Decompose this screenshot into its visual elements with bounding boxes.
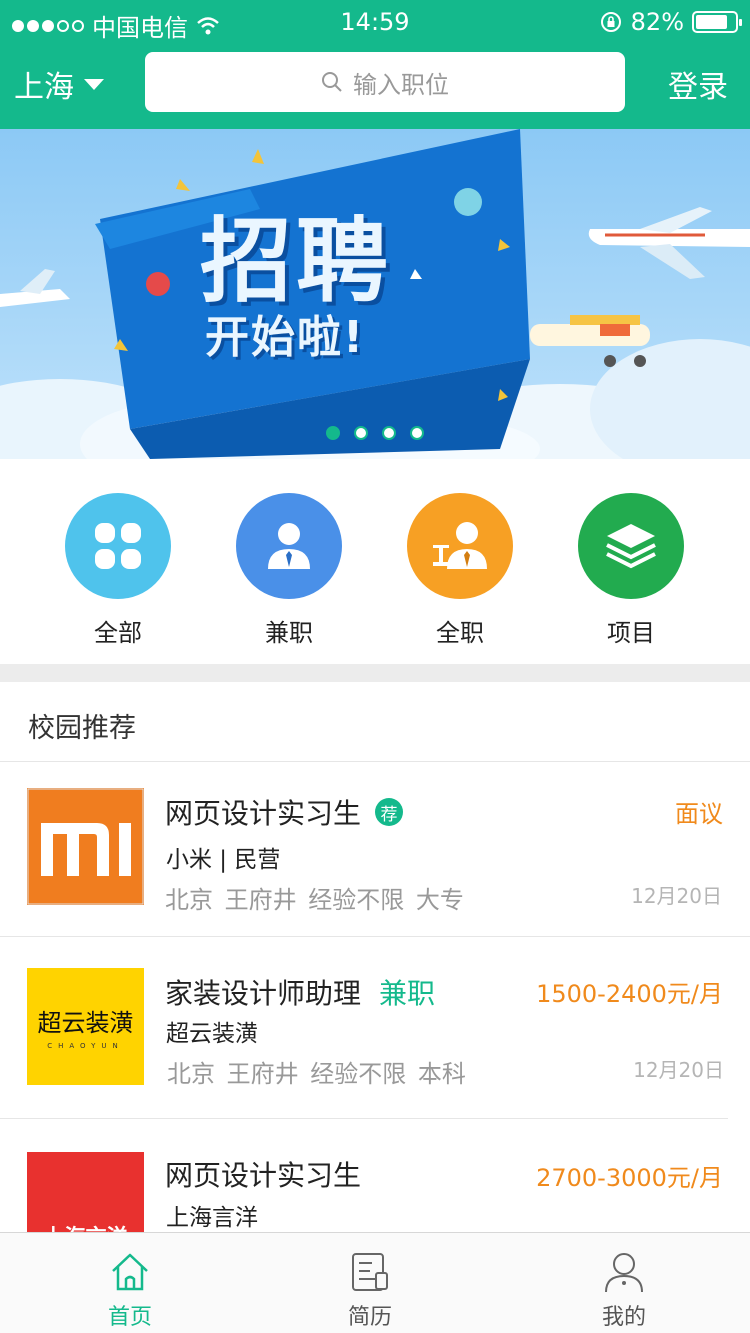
battery-icon bbox=[692, 11, 742, 33]
part-time-tag: 兼职 bbox=[379, 977, 436, 1010]
job-company: 小米 | 民营 bbox=[166, 847, 281, 873]
tab-bar: 首页 简历 我的 bbox=[0, 1232, 750, 1333]
category-part-time-circle bbox=[236, 493, 342, 599]
tab-profile-label: 我的 bbox=[601, 1305, 646, 1330]
job-title-row: 网页设计实习生 荐 bbox=[165, 792, 404, 832]
home-icon bbox=[112, 1253, 148, 1291]
pager-dot-3[interactable] bbox=[382, 426, 396, 440]
tab-resume[interactable]: 简历 bbox=[310, 1245, 430, 1331]
tab-home[interactable]: 首页 bbox=[70, 1245, 190, 1331]
section-title: 校园推荐 bbox=[28, 713, 136, 744]
person-desk-icon bbox=[433, 522, 487, 569]
category-grid: 全部 兼职 全职 项目 bbox=[0, 459, 750, 664]
rotation-lock-icon bbox=[600, 12, 621, 32]
job-item-1[interactable]: 网页设计实习生 荐 小米 | 民营 北京 王府井 经验不限 大专 面议 12月2… bbox=[0, 762, 750, 937]
caret-down-icon bbox=[84, 78, 104, 90]
search-placeholder: 输入职位 bbox=[353, 70, 449, 99]
city-selector[interactable]: 上海 bbox=[14, 62, 104, 106]
job-date: 12月20日 bbox=[633, 1058, 724, 1082]
job-title: 家装设计师助理 bbox=[165, 977, 362, 1010]
xiaomi-logo bbox=[27, 788, 144, 905]
category-all-label: 全部 bbox=[94, 619, 142, 647]
status-bar: 中国电信 14:59 82% bbox=[0, 0, 750, 46]
category-full-time-circle bbox=[407, 493, 513, 599]
pager-dot-4[interactable] bbox=[410, 426, 424, 440]
category-project-circle bbox=[578, 493, 684, 599]
resume-icon bbox=[352, 1253, 388, 1291]
job-company: 超云装潢 bbox=[166, 1021, 258, 1047]
job-meta: 北京 王府井 经验不限 本科 bbox=[167, 1060, 466, 1088]
pager-dot-1[interactable] bbox=[326, 426, 340, 440]
carousel-pager bbox=[0, 426, 750, 440]
section-gap bbox=[0, 664, 750, 682]
list-divider bbox=[0, 1118, 728, 1119]
city-label: 上海 bbox=[14, 70, 74, 105]
category-full-time[interactable]: 全职 bbox=[405, 493, 515, 648]
job-salary: 面议 bbox=[675, 800, 723, 828]
grid-icon bbox=[95, 523, 141, 569]
status-right: 82% bbox=[599, 8, 742, 36]
battery-fill bbox=[696, 15, 728, 29]
job-date: 12月20日 bbox=[631, 884, 722, 908]
header: 中国电信 14:59 82% 上海 输入职位 登录 bbox=[0, 0, 750, 129]
job-title: 网页设计实习生 bbox=[165, 1159, 362, 1192]
tab-profile[interactable]: 我的 bbox=[564, 1245, 684, 1331]
job-salary: 2700-3000元/月 bbox=[536, 1164, 723, 1192]
category-full-time-label: 全职 bbox=[436, 619, 484, 647]
person-icon bbox=[268, 523, 310, 569]
pager-dot-2[interactable] bbox=[354, 426, 368, 440]
search-icon bbox=[322, 72, 342, 92]
search-input[interactable]: 输入职位 bbox=[145, 52, 625, 112]
job-company: 上海言洋 bbox=[166, 1205, 258, 1231]
nav-bar: 上海 输入职位 登录 bbox=[0, 46, 750, 129]
company-logo-chaoyun: 超云装潢 CHAOYUN bbox=[27, 968, 144, 1085]
category-part-time[interactable]: 兼职 bbox=[234, 493, 344, 648]
banner-subtitle: 开始啦! bbox=[205, 312, 366, 363]
banner-carousel[interactable]: 招聘 开始啦! bbox=[0, 129, 750, 459]
login-button[interactable]: 登录 bbox=[668, 62, 728, 106]
category-project[interactable]: 项目 bbox=[576, 493, 686, 648]
job-title-row: 家装设计师助理 兼职 bbox=[165, 972, 435, 1012]
logo-text: 超云装潢 bbox=[37, 1009, 134, 1037]
category-project-label: 项目 bbox=[607, 619, 655, 647]
battery-percent: 82% bbox=[630, 8, 684, 36]
job-meta: 北京 王府井 经验不限 大专 bbox=[165, 886, 464, 914]
category-all-circle bbox=[65, 493, 171, 599]
category-all[interactable]: 全部 bbox=[63, 493, 173, 648]
layers-icon bbox=[606, 524, 656, 569]
tab-resume-label: 简历 bbox=[347, 1305, 392, 1330]
company-logo-xiaomi bbox=[27, 788, 144, 905]
job-item-2[interactable]: 超云装潢 CHAOYUN 家装设计师助理 兼职 超云装潢 北京 王府井 经验不限… bbox=[0, 942, 750, 1117]
job-title: 网页设计实习生 bbox=[165, 797, 362, 830]
tab-home-label: 首页 bbox=[107, 1305, 152, 1330]
category-part-time-label: 兼职 bbox=[265, 619, 313, 647]
logo-subtext: CHAOYUN bbox=[47, 1042, 124, 1050]
job-salary: 1500-2400元/月 bbox=[536, 980, 723, 1008]
job-title-row: 网页设计实习生 bbox=[165, 1154, 361, 1194]
list-divider bbox=[0, 936, 750, 937]
profile-icon bbox=[605, 1253, 643, 1293]
recommended-badge: 荐 bbox=[375, 798, 404, 826]
